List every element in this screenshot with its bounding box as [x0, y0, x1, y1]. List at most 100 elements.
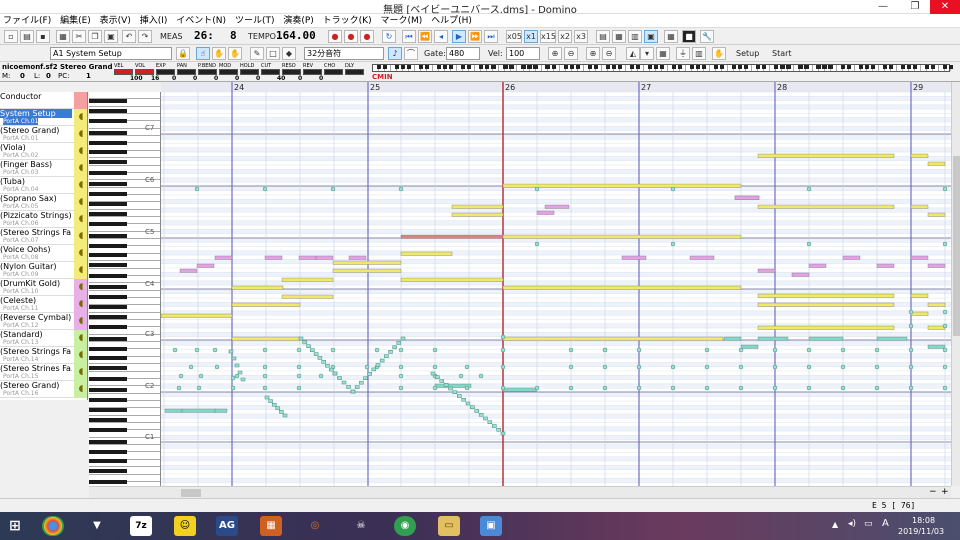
speaker-icon[interactable]: ◖ — [74, 245, 87, 262]
redo-icon[interactable]: ↷ — [138, 30, 152, 43]
black-key[interactable] — [89, 388, 127, 393]
track-item[interactable]: (Standard) PortA Ch.13 ◖ — [0, 330, 87, 347]
windows-start-icon[interactable]: ⊞ — [4, 516, 26, 536]
track-item[interactable]: (Celeste) PortA Ch.11 ◖ — [0, 296, 87, 313]
black-key[interactable] — [89, 273, 127, 278]
lock-icon[interactable]: 🔒 — [176, 47, 190, 60]
vel-input[interactable]: 100 — [506, 47, 540, 60]
track-item[interactable]: (Nylon Guitar) PortA Ch.09 ◖ — [0, 262, 87, 279]
copy-icon[interactable]: ❐ — [88, 30, 102, 43]
to-end-icon[interactable]: ⏭ — [484, 30, 498, 43]
speaker-icon[interactable]: ◖ — [74, 279, 87, 296]
black-key[interactable] — [89, 285, 127, 290]
black-key[interactable] — [89, 346, 127, 351]
black-key[interactable] — [89, 428, 127, 433]
black-key[interactable] — [89, 295, 127, 300]
black-key[interactable] — [89, 263, 127, 268]
black-key[interactable] — [89, 119, 127, 124]
black-key[interactable] — [89, 170, 127, 175]
piano-roll-canvas[interactable]: 24 25 26 27 28 29 — [161, 82, 951, 486]
speaker-icon[interactable]: ◖ — [74, 126, 87, 143]
black-key[interactable] — [89, 325, 127, 330]
black-key[interactable] — [89, 366, 127, 371]
horizontal-scrollbar[interactable]: − + — [89, 486, 951, 498]
black-key[interactable] — [89, 356, 127, 361]
clock-date[interactable]: 2019/11/03 — [898, 527, 944, 536]
menu-view[interactable]: 表示(V) — [97, 14, 134, 28]
open-folder-icon[interactable]: ▤ — [20, 30, 34, 43]
close-button[interactable]: ✕ — [930, 0, 960, 14]
gate-input[interactable]: 480 — [446, 47, 480, 60]
cut-icon[interactable]: ✂ — [72, 30, 86, 43]
black-key[interactable] — [89, 130, 127, 135]
menu-tool[interactable]: ツール(T) — [232, 14, 278, 28]
black-key[interactable] — [89, 479, 127, 484]
mixer-icon[interactable]: ▥ — [692, 47, 706, 60]
disc-icon[interactable]: ◉ — [394, 516, 416, 536]
rewind-icon[interactable]: ⏪ — [418, 30, 432, 43]
piano-roll[interactable]: 24 25 26 27 28 29 — [161, 82, 951, 486]
black-key[interactable] — [89, 304, 127, 309]
black-key[interactable] — [89, 150, 127, 155]
hand-pointer-icon[interactable]: ☝ — [196, 47, 210, 60]
view-black-icon[interactable]: ■ — [682, 30, 696, 43]
speaker-icon[interactable]: ◂) — [848, 519, 856, 529]
controller-meter[interactable] — [324, 69, 343, 75]
black-key[interactable] — [89, 192, 127, 197]
ime-indicator[interactable]: A — [882, 518, 889, 529]
speaker-icon[interactable]: ◖ — [74, 313, 87, 330]
black-key[interactable] — [89, 182, 127, 187]
horizontal-scroll-thumb[interactable] — [181, 489, 201, 497]
app-window-icon[interactable]: ▣ — [480, 516, 502, 536]
black-key[interactable] — [89, 222, 127, 227]
hand-move-icon[interactable]: ✋ — [228, 47, 242, 60]
speaker-icon[interactable]: ◖ — [74, 228, 87, 245]
tie-icon[interactable]: ⌒ — [404, 47, 418, 60]
black-key[interactable] — [89, 98, 127, 103]
track-item[interactable]: (Stereo Grand) PortA Ch.01 ◖ — [0, 126, 87, 143]
speaker-icon[interactable]: ◖ — [74, 160, 87, 177]
speed-x15-button[interactable]: x15 — [540, 30, 556, 43]
track-item[interactable]: (Voice Oohs) PortA Ch.08 ◖ — [0, 245, 87, 262]
fast-forward-icon[interactable]: ⏩ — [468, 30, 482, 43]
speed-x3-button[interactable]: x3 — [574, 30, 588, 43]
black-key[interactable] — [89, 160, 127, 165]
toolbox-icon[interactable]: ▦ — [260, 516, 282, 536]
zoom-h-out-icon[interactable]: ⊖ — [602, 47, 616, 60]
conductor-icon[interactable] — [74, 92, 87, 109]
black-key[interactable] — [89, 314, 127, 319]
vertical-scrollbar[interactable] — [951, 82, 960, 486]
paste-icon[interactable]: ▣ — [104, 30, 118, 43]
menu-track[interactable]: トラック(K) — [320, 14, 375, 28]
ag-icon[interactable]: AG — [216, 516, 238, 536]
view-list-icon[interactable]: ▤ — [596, 30, 610, 43]
setup-button[interactable]: Setup — [736, 49, 759, 58]
speaker-icon[interactable]: ◖ — [74, 381, 87, 398]
headphones-icon[interactable]: ◎ — [304, 516, 326, 536]
black-key[interactable] — [89, 253, 127, 258]
note-length-icon[interactable]: ♪ — [388, 47, 402, 60]
maximize-button[interactable]: ❐ — [900, 0, 930, 14]
marker-dropdown-icon[interactable]: ▾ — [640, 47, 654, 60]
black-key[interactable] — [89, 233, 127, 238]
marker-icon[interactable]: ◭ — [626, 47, 640, 60]
tray-arrow-icon[interactable]: ▲ — [832, 520, 838, 529]
track-item[interactable]: (Stereo Strings Fa... PortA Ch.14 ◖ — [0, 347, 87, 364]
speaker-icon[interactable]: ◖ — [74, 364, 87, 381]
speaker-icon[interactable]: ◖ — [74, 194, 87, 211]
track-item[interactable]: (Tuba) PortA Ch.04 ◖ — [0, 177, 87, 194]
speaker-icon[interactable]: ◖ — [74, 177, 87, 194]
sprite-icon[interactable]: ☺ — [174, 516, 196, 536]
folder-icon[interactable]: ▭ — [438, 516, 460, 536]
black-key[interactable] — [89, 449, 127, 454]
menu-edit[interactable]: 編集(E) — [57, 14, 94, 28]
black-key[interactable] — [89, 407, 127, 412]
record-step-icon[interactable]: ● — [344, 30, 358, 43]
menu-event[interactable]: イベント(N) — [173, 14, 229, 28]
track-item[interactable]: (Viola) PortA Ch.02 ◖ — [0, 143, 87, 160]
view-event-icon[interactable]: ▦ — [664, 30, 678, 43]
black-key[interactable] — [89, 211, 127, 216]
fox-icon[interactable]: ▼ — [86, 516, 108, 536]
zoom-minus-icon[interactable]: − — [929, 487, 937, 497]
track-select[interactable]: A1 System Setup — [50, 47, 172, 60]
